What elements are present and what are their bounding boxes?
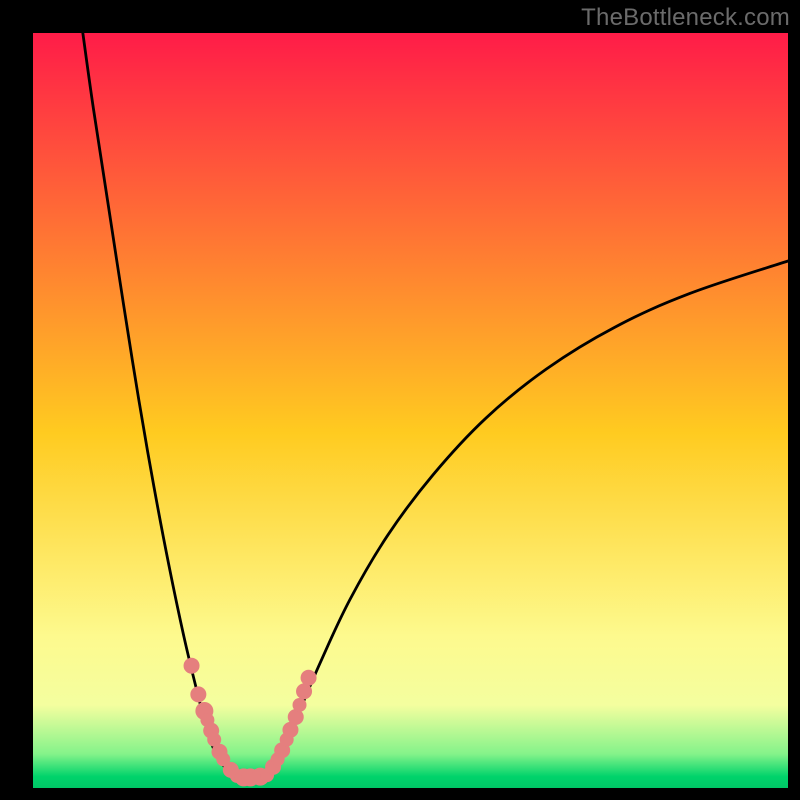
plot-area [33, 33, 788, 788]
highlight-dot [293, 698, 307, 712]
watermark-text: TheBottleneck.com [581, 4, 790, 32]
highlight-dot [296, 683, 312, 699]
highlight-dot [190, 686, 206, 702]
chart-frame: TheBottleneck.com [0, 0, 800, 800]
chart-svg [33, 33, 788, 788]
highlight-dot [301, 670, 317, 686]
gradient-background [33, 33, 788, 788]
highlight-dot [184, 658, 200, 674]
